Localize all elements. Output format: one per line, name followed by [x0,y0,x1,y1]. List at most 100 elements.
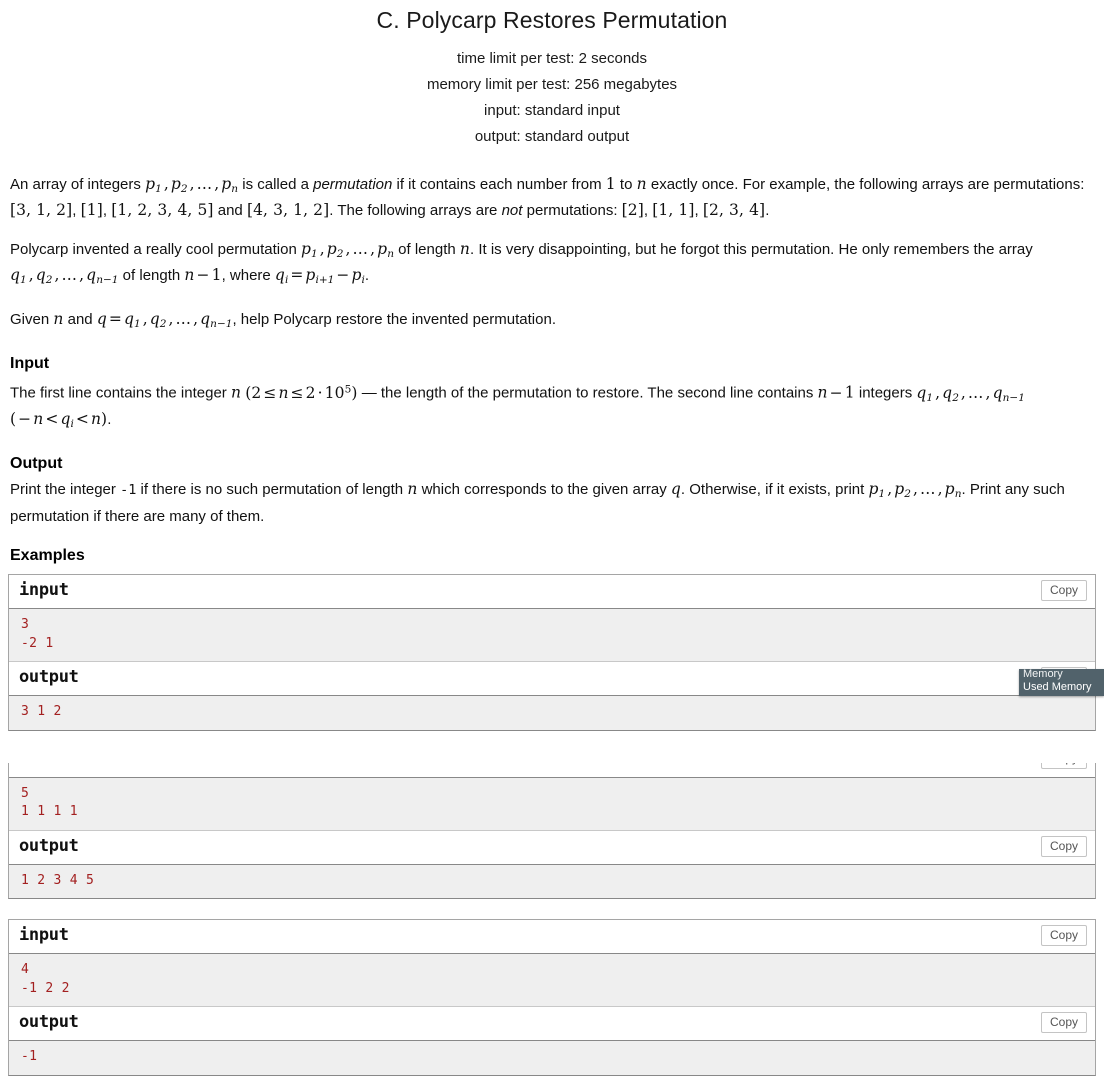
output-spec: output: standard output [474,128,630,145]
input-header-row-2: input Copy [9,762,1095,778]
text-frag: if it contains each number from [392,176,606,193]
text-frag: Given [10,310,54,328]
output-section-title: Output [10,455,63,473]
math-n-range: (2 ≤ n ≤2 · 105) [245,383,358,402]
time-limit: time limit per test: 2 seconds [456,50,648,67]
sample-test-1: input Copy 3 -2 1 output Copy 3 1 2 [8,574,1096,731]
examples-title: Examples [10,547,85,565]
text-frag: The first line contains the integer [10,384,231,402]
copy-input-button-2[interactable]: Copy [1040,762,1087,769]
copy-output-button-2[interactable]: Copy [1040,835,1087,857]
text-frag: is called a [238,176,314,193]
output-data-1: 3 1 2 [9,696,1095,730]
math-array-234: [2, 3, 4] [702,201,766,220]
math-permutation-p2: p1, p2,…, pn [301,239,394,260]
text-frag: An array of integers [10,176,146,193]
math-array-11: [1, 1] [652,201,695,220]
text-frag: to [615,176,637,193]
output-data-3: -1 [9,1041,1095,1075]
math-array-4312: [4, 3, 1, 2] [246,201,330,220]
output-label-1: output [19,667,79,688]
sample-test-2: input Copy 5 1 1 1 1 output Copy 1 2 3 4… [8,762,1096,900]
math-array-1: [1] [80,201,103,220]
math-n-minus-1: n −1 [184,266,222,285]
math-array-2: [2] [621,201,644,220]
math-q-list-input: q1, q2,…, qn−1 [916,383,1025,404]
sample-tests: input Copy 3 -2 1 output Copy 3 1 2 inpu… [0,574,1104,1076]
input-label-3: input [19,925,69,946]
emphasis-not: not [501,202,523,220]
text-frag: , help Polycarp restore the invented per… [232,310,556,328]
math-n-2: n [459,239,470,258]
math-p-list-output: p1, p2,…, pn [868,480,962,501]
input-data-3: 4 -1 2 2 [9,954,1095,1008]
statement-paragraph-2: Polycarp invented a really cool permutat… [10,239,1094,292]
input-header-row-1: input Copy [9,575,1095,610]
output-label-3: output [19,1012,79,1033]
copy-input-button-1[interactable]: Copy [1040,580,1087,602]
math-n-3: n [53,309,64,328]
text-frag: . The following arrays are [329,202,502,220]
input-data-2: 5 1 1 1 1 [9,777,1095,831]
math-n: n [636,175,647,193]
text-frag: . [765,202,770,220]
text-frag: permutations: [522,202,622,220]
text-frag: , [72,202,81,220]
input-spec: input: standard input [484,102,620,119]
output-header-row-3: output Copy [9,1007,1095,1042]
text-frag: , [643,202,653,220]
text-frag: and [213,202,247,220]
output-header-row-2: output Copy [9,830,1095,865]
text-frag: of length [394,240,460,258]
examples-section: Examples input Copy 3 -2 1 output Copy 3… [0,547,1104,1076]
text-frag: , [694,202,703,220]
input-section: Input The first line contains the intege… [0,355,1104,435]
copy-input-button-3[interactable]: Copy [1040,925,1087,947]
statement-paragraph-1: An array of integers p1, p2,…, pn is calle… [10,174,1094,222]
math-n-input: n [230,383,242,402]
memory-limit: memory limit per test: 256 megabytes [426,76,678,93]
text-frag: exactly once. For example, the following… [646,176,1085,193]
text-frag: of length [118,267,185,285]
math-q-output: q [670,480,681,499]
problem-page: C. Polycarp Restores Permutation time li… [0,0,1104,1076]
problem-header: C. Polycarp Restores Permutation time li… [0,0,1104,150]
text-frag: . [107,410,112,428]
math-array-312: [3, 1, 2] [10,201,73,220]
output-section: Output Print the integer -1 if there is … [0,455,1104,527]
input-label-2: input [19,763,69,764]
input-section-title: Input [10,355,50,373]
input-section-text: The first line contains the integer n (2… [10,379,1094,435]
memory-tooltip-line-1: Memory [1023,669,1063,680]
code-minus-one: -1 [120,482,137,499]
output-header-row-1: output Copy [9,662,1095,697]
statement-paragraph-3: Given n and q = q1, q2,…, qn−1, help Polycar… [10,309,1094,335]
text-frag: — the length of the permutation to resto… [357,384,818,402]
page-title: C. Polycarp Restores Permutation [376,7,728,33]
emphasis-permutation: permutation [313,176,393,193]
output-section-text: Print the integer -1 if there is no such… [10,479,1094,527]
text-frag: , where [221,267,275,285]
sample-test-3: input Copy 4 -1 2 2 output Copy -1 [8,919,1096,1076]
output-label-2: output [19,835,79,856]
math-qi-formula: qi = pi+1− pi [274,266,365,287]
text-frag: . Otherwise, if it exists, print [680,481,869,499]
memory-tooltip: Memory Used Memory [1019,669,1104,696]
output-data-2: 1 2 3 4 5 [9,864,1095,899]
text-frag: Print the integer [10,481,121,499]
problem-statement: An array of integers p1, p2,…, pn is calle… [0,174,1104,335]
text-frag: integers [854,384,917,402]
memory-tooltip-line-2: Used Memory [1023,680,1092,693]
text-frag: , [102,202,112,220]
math-permutation-p: p1, p2,…, pn [145,175,239,195]
text-frag: . [364,267,370,285]
text-frag: and [63,310,97,328]
text-frag: Polycarp invented a really cool permutat… [10,240,301,258]
math-qi-range: (− n < qi < n) [10,409,108,430]
copy-output-button-3[interactable]: Copy [1040,1012,1087,1034]
text-frag: if there is no such permutation of lengt… [136,481,408,499]
math-n-minus-1-input: n −1 [817,383,855,402]
problem-limits: time limit per test: 2 seconds memory li… [0,46,1104,150]
input-label-1: input [19,580,69,601]
math-q-equals: q = q1, q2,…, qn−1 [96,309,233,330]
